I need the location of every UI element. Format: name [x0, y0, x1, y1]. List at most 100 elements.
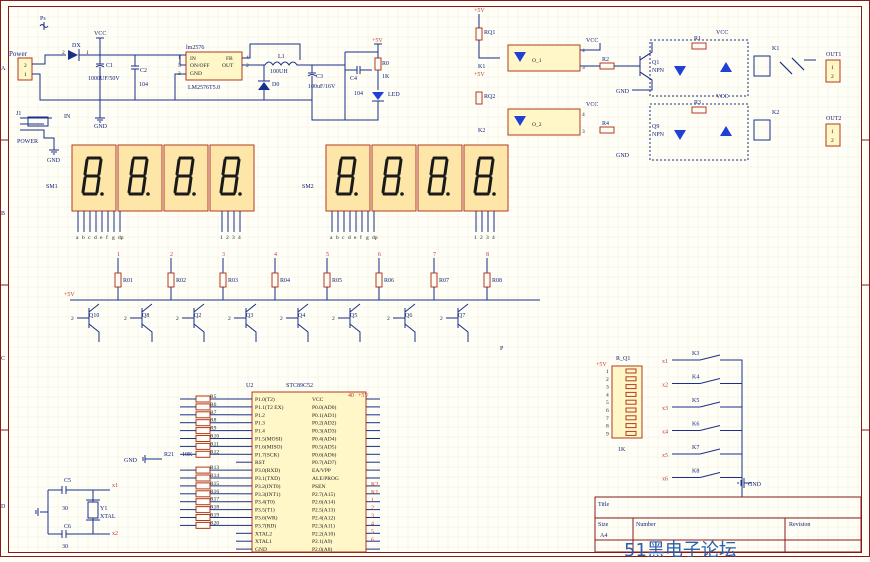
driver-net-label: 1	[117, 252, 120, 258]
driver-pin: 2	[176, 316, 179, 322]
mcu-right-pin: PSEN	[312, 484, 325, 490]
display-pin-label: 3	[232, 235, 235, 241]
display-pin-label: dp	[372, 235, 378, 241]
schematic-canvas: A B C D Power 2 1 Ps DX 2 1 VCC C1 1000U…	[0, 0, 870, 561]
mcu-right-pin: P0.4(AD4)	[312, 436, 336, 443]
reg-pin-gnd: GND	[190, 71, 202, 77]
crystal-oscillator: C5 30 C6 30 Y1 XTAL x1 x2	[35, 478, 118, 550]
crystal-y1	[87, 501, 99, 519]
relay-k-label: K2	[478, 128, 485, 134]
driver-pin: 2	[387, 316, 390, 322]
driver-resistor-label: R04	[280, 278, 290, 284]
driver-transistor-label: Q2	[194, 313, 201, 319]
mcu-left-pin: P1.4	[255, 429, 265, 435]
title-block-size: Size	[598, 522, 609, 528]
seven-segment-digit	[209, 144, 255, 212]
mcu-stc89c52: U2 STC89C52 40 +5V R21 10K GND P1.0(T2)P…	[124, 383, 380, 553]
driver-resistor-label: R01	[123, 278, 133, 284]
relay-label: K2	[772, 110, 779, 116]
mcu-right-pin: P0.2(AD2)	[312, 420, 336, 427]
relay-r-led: R1	[694, 36, 701, 42]
led-label: LED	[388, 92, 400, 98]
relay-indicator-led	[674, 130, 686, 140]
c4-value: 104	[354, 91, 363, 97]
relay-vcc-b: VCC	[716, 94, 728, 100]
rnet-pin: 8	[606, 424, 609, 430]
keys-rq: R_Q1	[616, 356, 630, 362]
schematic-sheet: A B C D Power 2 1 Ps DX 2 1 VCC C1 1000U…	[0, 0, 870, 561]
crystal-xtal: XTAL	[100, 514, 116, 520]
decimal-point	[400, 192, 404, 196]
driver-transistor-label: Q8	[142, 313, 149, 319]
driver-resistor	[430, 272, 438, 288]
regulator-part: LM2576T5.0	[188, 85, 220, 91]
relay-wire	[580, 43, 601, 67]
decimal-point	[192, 192, 196, 196]
relay-driver-block	[649, 39, 749, 97]
driver-resistor-label: R02	[176, 278, 186, 284]
seven-segment-digit	[371, 144, 417, 212]
power-pin-1: 1	[24, 72, 27, 78]
relay-r-led: R3	[694, 100, 701, 106]
relay-gnd: GND	[616, 89, 630, 95]
key-net: x5	[662, 453, 668, 459]
relay-q-label: Q9	[652, 124, 659, 130]
relay-driver-block	[649, 103, 749, 161]
decimal-point	[354, 192, 358, 196]
vcc-label: VCC	[94, 31, 106, 37]
driver-transistor-label: Q7	[458, 313, 465, 319]
driver-net-label: 4	[274, 252, 277, 258]
driver-resistor-label: R06	[384, 278, 394, 284]
key-net: x4	[662, 430, 668, 436]
mcu-right-pin: P2.4(A12)	[312, 515, 335, 522]
title-block-size-value: A4	[600, 533, 607, 539]
seven-segment-displays: SM1 SM2 a b c d e f g dp 1 2 3 4 a b c d e f g dp 1 2 3 4	[46, 144, 509, 241]
driver-net-label: 8	[486, 252, 489, 258]
jack-pin: IN	[64, 114, 71, 120]
mcu-right-pin: EA/VPP	[312, 468, 331, 474]
title-block-number: Number	[636, 522, 656, 528]
power-connector-label: Power	[9, 50, 28, 58]
optocoupler-label: O_2	[532, 122, 542, 128]
mcu-left-pin: P3.3(INT1)	[255, 491, 281, 498]
seven-segment-digit	[117, 144, 163, 212]
mcu-right-net: 3	[371, 514, 374, 520]
relay-vcc-a: VCC	[586, 102, 598, 108]
driver-net-label: 2	[170, 252, 173, 258]
display-pin-label: 3	[486, 235, 489, 241]
relay-out-label: OUT1	[826, 52, 841, 58]
driver-transistor-label: Q4	[298, 313, 305, 319]
rnet-pin: 1	[606, 369, 609, 375]
driver-resistor	[483, 272, 491, 288]
reg-pin-in: IN	[190, 56, 196, 62]
mcu-vcc-net: +5V	[358, 393, 369, 399]
c6-label: C6	[64, 524, 71, 530]
r0-value: 1K	[382, 74, 390, 80]
mcu-right-pin: P2.0(A8)	[312, 546, 332, 553]
plus5v-label: +5V	[372, 38, 383, 44]
relay-plus5v: +5V	[474, 8, 485, 14]
mcu-right-pin: VCC	[312, 397, 324, 403]
out-pin-1: 1	[831, 65, 834, 71]
relay-led-resistor	[691, 42, 707, 50]
seven-segment-digit	[325, 144, 371, 212]
driver-transistor-label: Q10	[89, 313, 99, 319]
mcu-left-pin: P1.6(MISO)	[255, 443, 283, 450]
display-pin-label: 4	[492, 235, 495, 241]
mcu-right-pin: P2.2(A10)	[312, 530, 335, 537]
display-pin-label: e	[354, 235, 357, 241]
relay-indicator-led	[674, 66, 686, 76]
mcu-right-pin: P2.7(A15)	[312, 491, 335, 498]
display-pin-label: e	[100, 235, 103, 241]
c5-label: C5	[64, 478, 71, 484]
decimal-point	[238, 192, 242, 196]
mcu-ref: U2	[246, 383, 253, 389]
driver-transistor	[130, 303, 153, 342]
c6-value: 30	[62, 544, 68, 550]
frame-row-a: A	[1, 66, 6, 72]
display-pin-label: f	[106, 234, 108, 241]
keys-plus5v: +5V	[596, 362, 607, 368]
display-pin-label: f	[360, 234, 362, 241]
key-label: K4	[692, 375, 699, 381]
display-pin-label: c	[342, 235, 345, 241]
